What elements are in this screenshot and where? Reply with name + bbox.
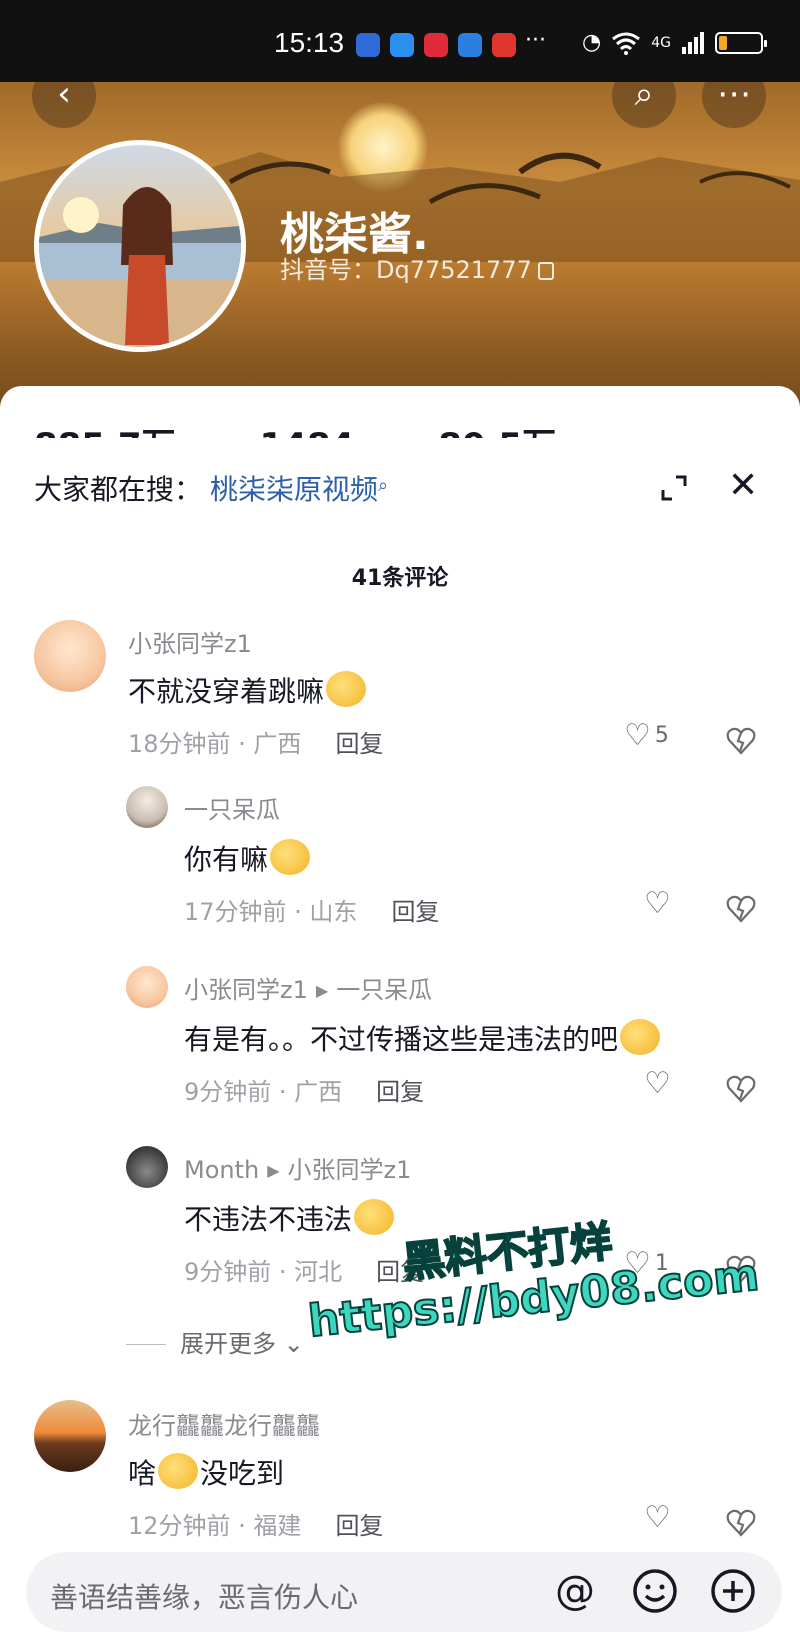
signal-icon (681, 31, 704, 54)
comment-input-placeholder[interactable]: 善语结善缘，恶言伤人心 (50, 1576, 358, 1616)
crying-emoji-icon (354, 1199, 395, 1235)
dislike-icon[interactable] (726, 1508, 756, 1538)
comment-body: 不违法不违法 (184, 1203, 353, 1236)
laugh-cry-emoji-icon (270, 839, 311, 875)
profile-stats-sheet: 885.7万获赞 1484关注 80.5万粉丝 (0, 386, 800, 446)
trending-search-label: 大家都在搜： (34, 473, 203, 506)
speed-icon: ◔ (582, 30, 602, 55)
sad-emoji-icon (158, 1453, 199, 1489)
comment-text: 你有嘛 (184, 838, 312, 878)
thinking-emoji-icon (620, 1019, 661, 1055)
commenter-avatar[interactable] (126, 786, 168, 828)
like-button[interactable]: ♡ (644, 1066, 671, 1101)
expand-more-replies[interactable]: 展开更多 ⌄ (126, 1324, 304, 1359)
like-button[interactable]: ♡ (644, 886, 671, 921)
more-notifications-icon: ··· (525, 28, 546, 53)
dislike-icon[interactable] (726, 726, 756, 756)
reply-arrow-icon: ▶ (267, 1161, 280, 1180)
comment-time-location: 17分钟前 · 山东 (184, 898, 358, 926)
comment-text: 有是有。。不过传播这些是违法的吧 (184, 1018, 662, 1058)
dislike-icon[interactable] (726, 894, 756, 924)
reply-to-name[interactable]: 一只呆瓜 (336, 976, 432, 1004)
commenter-name-text[interactable]: 小张同学z1 (184, 976, 308, 1004)
trending-search-text: 桃柒柒原视频 (210, 473, 379, 506)
commenter-name[interactable]: 龙行龘龘龙行龘龘 (128, 1406, 320, 1441)
battery-icon (714, 31, 767, 54)
comment-time-location: 18分钟前 · 广西 (128, 730, 302, 758)
commenter-name-text[interactable]: Month (184, 1156, 259, 1184)
douyin-id-text: 抖音号：Dq77521777 (280, 256, 532, 284)
comment-body-end: 没吃到 (200, 1457, 285, 1490)
heart-icon: ♡ (644, 1500, 671, 1535)
commenter-avatar[interactable] (34, 1400, 106, 1472)
comment-input-bar[interactable]: 善语结善缘，恶言伤人心 @ (26, 1552, 782, 1632)
commenter-avatar[interactable] (126, 1146, 168, 1188)
reply-to-name[interactable]: 小张同学z1 (288, 1156, 412, 1184)
comment-meta: 9分钟前 · 广西 回复 (184, 1072, 424, 1107)
comment-meta: 17分钟前 · 山东 回复 (184, 892, 439, 927)
shop-notification-icon (492, 33, 516, 57)
dislike-icon[interactable] (726, 1074, 756, 1104)
chevron-down-icon: ⌄ (276, 1330, 304, 1358)
comment-time-location: 12分钟前 · 福建 (128, 1512, 302, 1540)
network-type-label: 4G (651, 34, 671, 51)
comment-text: 不违法不违法 (184, 1198, 396, 1238)
trending-search: 大家都在搜： 桃柒柒原视频⌕ (34, 468, 388, 508)
heart-icon: ♡ (644, 886, 671, 921)
comment-body: 你有嘛 (184, 843, 269, 876)
mention-button[interactable]: @ (550, 1566, 600, 1616)
profile-photo (39, 187, 241, 347)
profile-avatar[interactable] (34, 140, 246, 352)
comment-meta: 18分钟前 · 广西 回复 (128, 724, 383, 759)
profile-banner: ‹ ⌕ ⋯ 桃柒酱. 抖音号：Dq77521777 (0, 82, 800, 422)
reply-arrow-icon: ▶ (315, 981, 329, 1000)
like-button[interactable]: ♡ (644, 1500, 671, 1535)
comment-body: 不就没穿着跳嘛 (128, 675, 325, 708)
message-notification-icon (390, 33, 414, 57)
commenter-name: Month ▶ 小张同学z1 (184, 1150, 411, 1185)
reply-button[interactable]: 回复 (335, 730, 383, 758)
comment-body: 有是有。。不过传播这些是违法的吧 (184, 1023, 619, 1056)
close-icon[interactable]: ✕ (728, 468, 758, 504)
reply-button[interactable]: 回复 (335, 1512, 383, 1540)
add-icon[interactable] (708, 1566, 758, 1616)
trending-search-link[interactable]: 桃柒柒原视频⌕ (210, 473, 388, 506)
divider-line (126, 1344, 166, 1345)
thinking-emoji-icon (326, 671, 367, 707)
expand-icon[interactable] (660, 474, 688, 502)
browser-notification-icon (458, 33, 482, 57)
heart-icon: ♡ (624, 718, 651, 753)
commenter-name[interactable]: 一只呆瓜 (184, 790, 280, 825)
emoji-button-icon[interactable] (630, 1566, 680, 1616)
commenter-avatar[interactable] (126, 966, 168, 1008)
system-indicators: ◔ 4G (582, 30, 767, 55)
comment-text: 啥 没吃到 (128, 1452, 284, 1492)
comment-text: 不就没穿着跳嘛 (128, 670, 368, 710)
search-icon: ⌕ (378, 475, 389, 496)
clock: 15:13 (274, 27, 345, 58)
news-notification-icon (424, 33, 448, 57)
commenter-name[interactable]: 小张同学z1 (128, 624, 252, 659)
comment-time-location: 9分钟前 · 广西 (184, 1078, 343, 1106)
battery-level (718, 35, 727, 50)
heart-icon: ♡ (644, 1066, 671, 1101)
like-button[interactable]: ♡ 5 (624, 718, 669, 753)
comment-body-start: 啥 (128, 1457, 157, 1490)
wifi-icon (612, 32, 641, 55)
commenter-name: 小张同学z1 ▶ 一只呆瓜 (184, 970, 432, 1005)
reply-button[interactable]: 回复 (376, 1078, 424, 1106)
reply-button[interactable]: 回复 (391, 898, 439, 926)
notification-icons (356, 33, 516, 57)
expand-more-label: 展开更多 (180, 1330, 276, 1358)
app-notification-icon (356, 33, 380, 57)
status-bar: 15:13 ··· ◔ 4G (0, 0, 800, 82)
like-count: 5 (654, 723, 669, 748)
comment-meta: 12分钟前 · 福建 回复 (128, 1506, 383, 1541)
douyin-id: 抖音号：Dq77521777 (280, 250, 554, 285)
copy-icon[interactable] (537, 262, 554, 280)
comment-count: 41条评论 (351, 566, 449, 591)
commenter-avatar[interactable] (34, 620, 106, 692)
